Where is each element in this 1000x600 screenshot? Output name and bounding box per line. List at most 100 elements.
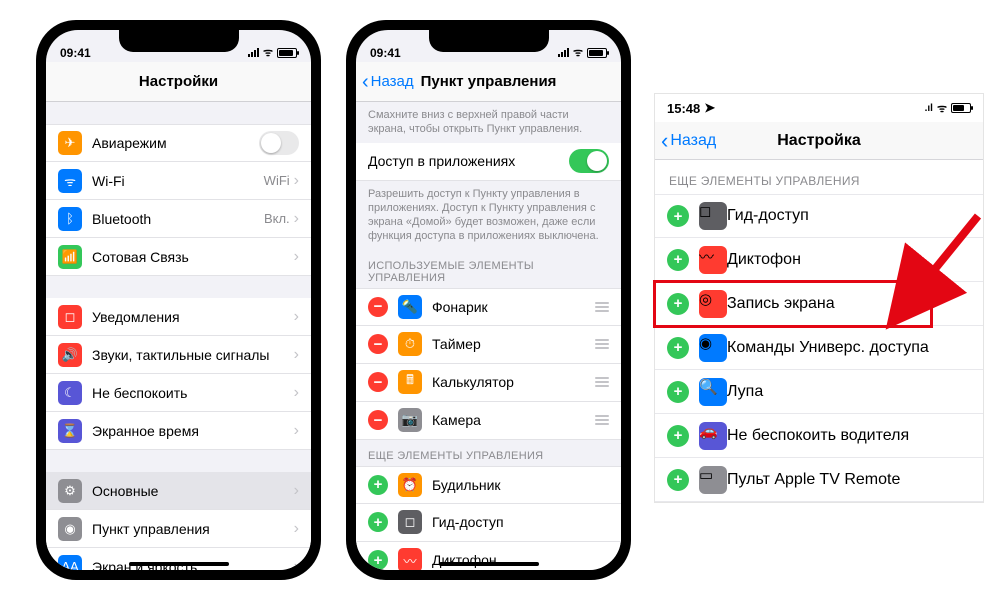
page-title: Настройки bbox=[139, 73, 218, 90]
settings-row[interactable]: 🔊Звуки, тактильные сигналы› bbox=[46, 336, 311, 374]
add-button[interactable]: + bbox=[667, 425, 689, 447]
section-header: ЕЩЕ ЭЛЕМЕНТЫ УПРАВЛЕНИЯ bbox=[356, 440, 621, 466]
control-row[interactable]: − 🖩 Калькулятор bbox=[356, 364, 621, 402]
settings-row[interactable]: ✈Авиарежим bbox=[46, 124, 311, 162]
phone-1-frame: 09:41 ᯤ Настройки ✈АвиарежимᯤWi-FiWiFi›ᛒ… bbox=[36, 20, 321, 580]
row-label: Диктофон bbox=[727, 251, 801, 269]
chevron-right-icon: › bbox=[294, 248, 299, 266]
chevron-left-icon: ‹ bbox=[362, 72, 369, 92]
navbar: ‹ Назад Пункт управления bbox=[356, 62, 621, 102]
settings-row[interactable]: ⌛ Экранное время› bbox=[46, 412, 311, 450]
drag-handle-icon[interactable] bbox=[595, 415, 609, 425]
app-icon: ⌛ bbox=[58, 419, 82, 443]
status-time: 09:41 bbox=[60, 46, 91, 60]
row-label: Доступ в приложениях bbox=[368, 153, 569, 169]
battery-icon bbox=[277, 48, 297, 58]
remove-button[interactable]: − bbox=[368, 410, 388, 430]
chevron-right-icon: › bbox=[294, 308, 299, 326]
home-indicator bbox=[439, 562, 539, 566]
back-button[interactable]: ‹ Назад bbox=[661, 130, 716, 152]
row-value: Вкл. bbox=[264, 211, 290, 226]
row-label: Запись экрана bbox=[727, 295, 835, 313]
drag-handle-icon[interactable] bbox=[595, 302, 609, 312]
chevron-right-icon: › bbox=[294, 422, 299, 440]
add-button[interactable]: + bbox=[667, 205, 689, 227]
toggle-switch[interactable] bbox=[569, 149, 609, 173]
row-label: Не беспокоить bbox=[92, 385, 294, 401]
drag-handle-icon[interactable] bbox=[595, 377, 609, 387]
row-label: Гид-доступ bbox=[727, 207, 809, 225]
remove-button[interactable]: − bbox=[368, 297, 388, 317]
chevron-right-icon: › bbox=[294, 172, 299, 190]
signal-icon bbox=[248, 48, 259, 57]
settings-row[interactable]: ☾Не беспокоить› bbox=[46, 374, 311, 412]
add-button[interactable]: + bbox=[368, 550, 388, 570]
status-time: 15:48 bbox=[667, 101, 700, 116]
pane-3: 15:48 ➤ .ıl ᯤ ‹ Назад Настройка ЕЩЕ ЭЛЕМ… bbox=[654, 93, 984, 503]
app-icon: ✈ bbox=[58, 131, 82, 155]
settings-row[interactable]: ᯤWi-FiWiFi› bbox=[46, 162, 311, 200]
signal-icon: .ıl bbox=[925, 103, 933, 114]
control-row[interactable]: +〰Диктофон bbox=[655, 238, 983, 282]
control-row[interactable]: +🔍Лупа bbox=[655, 370, 983, 414]
app-icon: ◻ bbox=[58, 305, 82, 329]
drag-handle-icon[interactable] bbox=[595, 339, 609, 349]
app-icon: ◎ bbox=[699, 290, 727, 318]
back-label: Назад bbox=[371, 73, 414, 90]
wifi-icon: ᯤ bbox=[263, 45, 273, 60]
description: Смахните вниз с верхней правой части экр… bbox=[356, 102, 621, 143]
toggle-switch[interactable] bbox=[259, 131, 299, 155]
settings-row[interactable]: ⚙Основные› bbox=[46, 472, 311, 510]
navbar: Настройки bbox=[46, 62, 311, 102]
chevron-right-icon: › bbox=[294, 210, 299, 228]
settings-row[interactable]: 📶 Сотовая Связь› bbox=[46, 238, 311, 276]
add-button[interactable]: + bbox=[667, 469, 689, 491]
control-row[interactable]: +◻Гид-доступ bbox=[655, 194, 983, 238]
remove-button[interactable]: − bbox=[368, 334, 388, 354]
add-button[interactable]: + bbox=[368, 475, 388, 495]
control-row[interactable]: + ◻ Гид-доступ bbox=[356, 504, 621, 542]
row-label: Экранное время bbox=[92, 423, 294, 439]
app-icon: 📶 bbox=[58, 245, 82, 269]
app-icon: ◉ bbox=[58, 517, 82, 541]
control-row[interactable]: +◉Команды Универс. доступа bbox=[655, 326, 983, 370]
settings-row[interactable]: ◉Пункт управления› bbox=[46, 510, 311, 548]
row-label: Лупа bbox=[727, 383, 763, 401]
add-button[interactable]: + bbox=[667, 293, 689, 315]
control-row[interactable]: − 📷 Камера bbox=[356, 402, 621, 440]
app-icon: ▭ bbox=[699, 466, 727, 494]
control-row[interactable]: +▭Пульт Apple TV Remote bbox=[655, 458, 983, 502]
app-icon: 〰 bbox=[398, 548, 422, 570]
app-icon: ☾ bbox=[58, 381, 82, 405]
settings-row[interactable]: AAЭкран и яркость› bbox=[46, 548, 311, 570]
row-label: Основные bbox=[92, 483, 294, 499]
add-button[interactable]: + bbox=[667, 249, 689, 271]
add-button[interactable]: + bbox=[667, 337, 689, 359]
app-icon: ◉ bbox=[699, 334, 727, 362]
control-row[interactable]: + ◎Запись экрана bbox=[655, 282, 983, 326]
app-icon: ◻ bbox=[398, 510, 422, 534]
row-label: Фонарик bbox=[432, 299, 595, 315]
add-button[interactable]: + bbox=[667, 381, 689, 403]
row-label: Сотовая Связь bbox=[92, 249, 294, 265]
row-label: Bluetooth bbox=[92, 211, 264, 227]
control-row[interactable]: − 🔦 Фонарик bbox=[356, 288, 621, 326]
control-row[interactable]: + ⏰ Будильник bbox=[356, 466, 621, 504]
access-in-apps-row[interactable]: Доступ в приложениях bbox=[356, 143, 621, 181]
add-button[interactable]: + bbox=[368, 512, 388, 532]
app-icon: 📷 bbox=[398, 408, 422, 432]
back-label: Назад bbox=[670, 132, 716, 150]
control-row[interactable]: +🚗Не беспокоить водителя bbox=[655, 414, 983, 458]
remove-button[interactable]: − bbox=[368, 372, 388, 392]
app-icon: ᯤ bbox=[58, 169, 82, 193]
row-label: Уведомления bbox=[92, 309, 294, 325]
control-row[interactable]: − ⏱ Таймер bbox=[356, 326, 621, 364]
back-button[interactable]: ‹ Назад bbox=[362, 72, 414, 92]
chevron-left-icon: ‹ bbox=[661, 130, 668, 152]
settings-row[interactable]: ᛒBluetoothВкл.› bbox=[46, 200, 311, 238]
access-description: Разрешить доступ к Пункту управления в п… bbox=[356, 181, 621, 250]
settings-row[interactable]: ◻ Уведомления› bbox=[46, 298, 311, 336]
row-label: Таймер bbox=[432, 336, 595, 352]
row-label: Пункт управления bbox=[92, 521, 294, 537]
wifi-icon: ᯤ bbox=[937, 101, 947, 116]
